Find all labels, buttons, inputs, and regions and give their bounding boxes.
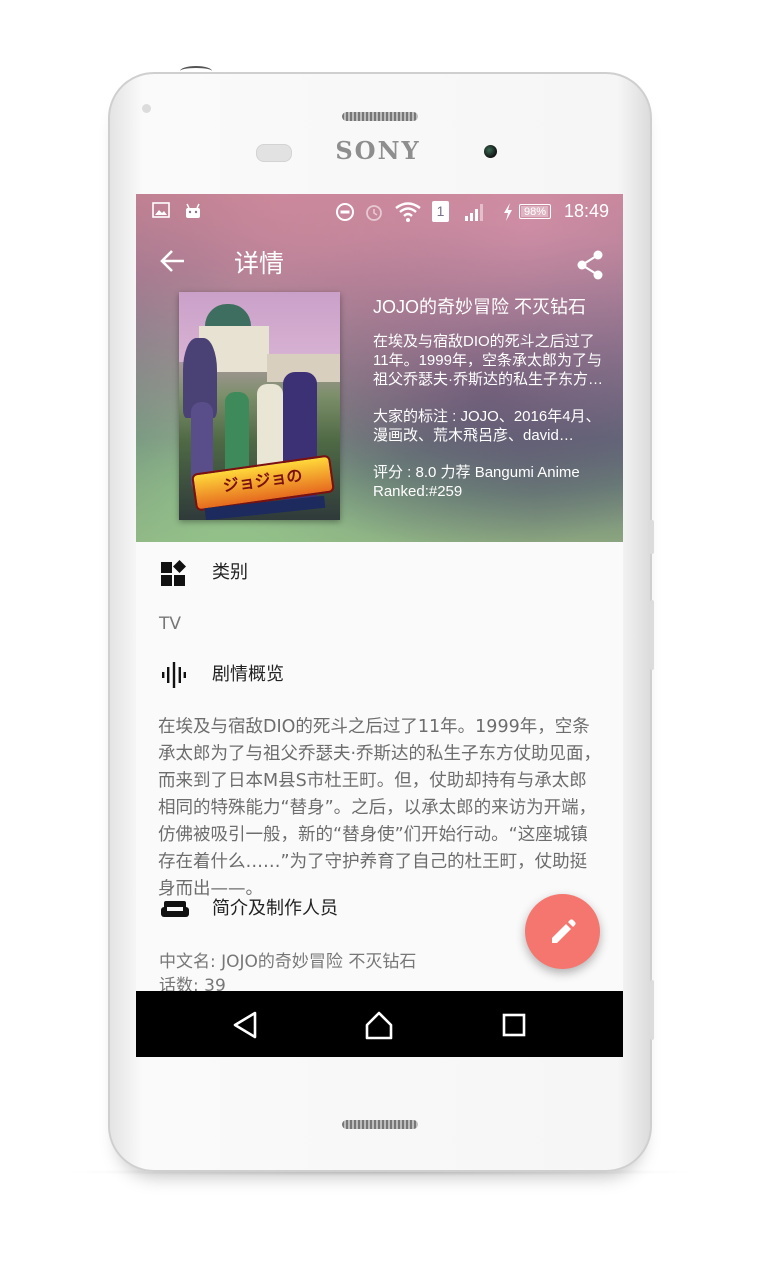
brand-logo: SONY [335,136,421,165]
category-value: TV [159,614,182,634]
anime-title: JOJO的奇妙冒险 不灭钻石 [373,297,587,317]
status-bar: 1 98% 18:49 [136,194,623,230]
proximity-sensor [256,144,292,162]
share-icon[interactable] [576,250,604,280]
arrow-back-icon[interactable] [160,248,186,279]
clock: 18:49 [563,201,609,221]
power-button [648,520,654,554]
anime-poster[interactable]: ジョジョの [179,292,340,520]
summary-intro: 在埃及与宿敌DIO的死斗之后过了11年。1999年，空条承太郎为了与祖父乔瑟夫·… [373,333,603,388]
battery-icon: 98% [519,204,551,219]
category-icon [160,559,188,587]
edit-fab[interactable] [525,894,600,969]
section-staff-title: 简介及制作人员 [212,898,338,919]
phone-top-nub [180,66,212,76]
plot-text: 在埃及与宿敌DIO的死斗之后过了11年。1999年，空条承太郎为了与祖父乔瑟夫·… [158,717,602,899]
sofa-icon [160,895,189,923]
section-category-header: 类别 [160,558,248,588]
summary-rating: 评分 : 8.0 力荐 Bangumi Anime Ranked:#259 [373,464,580,500]
alarm-icon [364,202,384,227]
notification-led [142,104,151,113]
page-title: 详情 [234,249,285,278]
android-icon [184,202,202,225]
waveform-icon [160,661,188,689]
earpiece-speaker [342,112,418,121]
summary-info: JOJO的奇妙冒险 不灭钻石 在埃及与宿敌DIO的死斗之后过了11年。1999年… [373,294,605,519]
wifi-icon [395,202,421,227]
section-plot-header: 剧情概览 [160,660,284,690]
front-camera [484,145,497,158]
do-not-disturb-icon [335,202,355,227]
signal-icon [464,202,486,227]
battery-percent: 98% [523,206,547,218]
home-icon[interactable] [363,1009,395,1041]
staff-episode-count: 话数: 39 [159,976,226,991]
recents-icon[interactable] [498,1009,530,1041]
detail-header: 1 98% 18:49 详情 ジョジョの JOJO的奇妙冒险 不灭钻石 在埃及与… [136,194,623,542]
image-icon [152,202,170,223]
back-triangle-icon[interactable] [230,1009,262,1041]
volume-button [650,600,654,670]
system-navigation-bar [136,991,623,1057]
summary-tags: 大家的标注 : JOJO、2016年4月、漫画改、荒木飛呂彦、david pro… [373,408,601,444]
camera-button [650,980,654,1040]
staff-chinese-name: 中文名: JOJO的奇妙冒险 不灭钻石 [159,952,417,972]
section-plot-title: 剧情概览 [212,664,284,685]
sim-icon: 1 [432,201,449,222]
section-category-title: 类别 [212,562,248,583]
bottom-speaker [342,1120,418,1129]
section-staff-header: 简介及制作人员 [160,894,338,924]
charging-icon [502,202,514,227]
screen: 1 98% 18:49 详情 ジョジョの JOJO的奇妙冒险 不灭钻石 在埃及与… [136,194,623,1057]
app-bar: 详情 [136,230,623,296]
